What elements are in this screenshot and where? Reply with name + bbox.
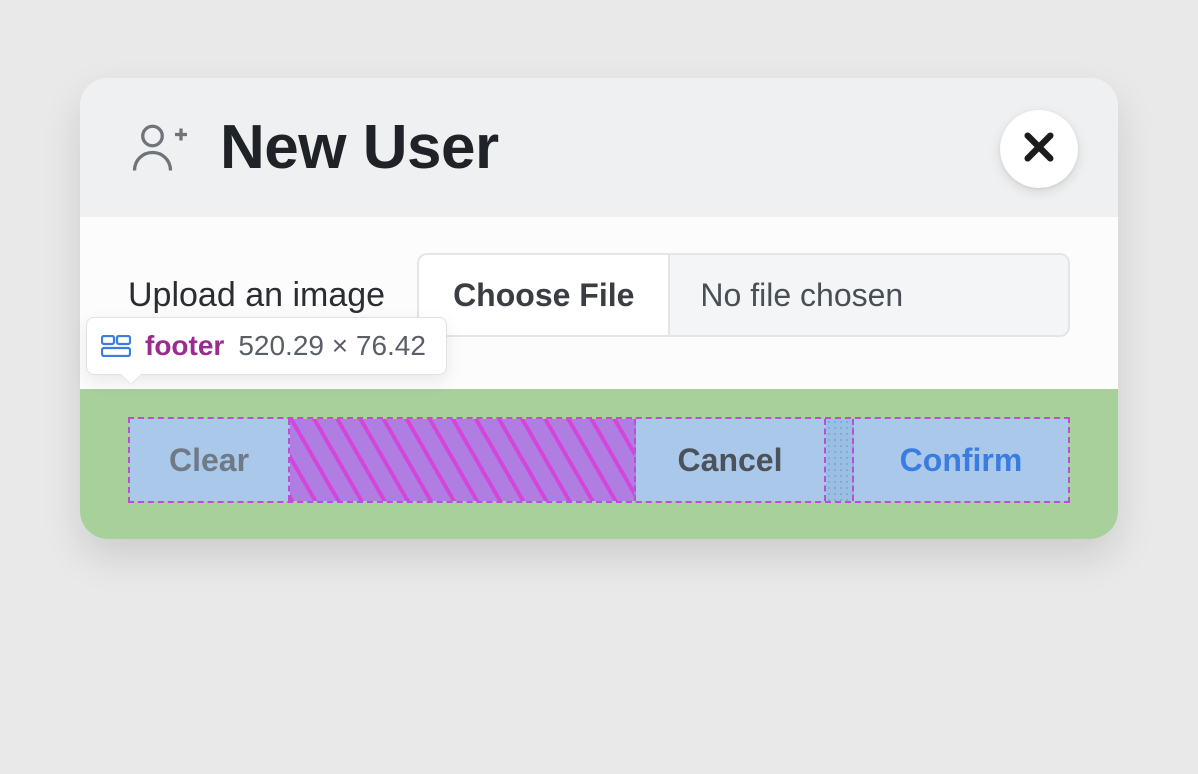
choose-file-button[interactable]: Choose File bbox=[419, 255, 670, 335]
new-user-dialog: New User Upload an image Choose File No … bbox=[80, 78, 1118, 539]
dialog-header: New User bbox=[80, 78, 1118, 217]
clear-button[interactable]: Clear bbox=[130, 419, 290, 501]
dialog-footer: footer 520.29 × 76.42 Clear Cancel Confi… bbox=[80, 389, 1118, 539]
upload-label: Upload an image bbox=[128, 276, 385, 315]
confirm-button[interactable]: Confirm bbox=[854, 419, 1068, 501]
user-plus-icon bbox=[128, 116, 192, 180]
cancel-button[interactable]: Cancel bbox=[636, 419, 826, 501]
flex-gap-region bbox=[290, 419, 636, 501]
footer-flex-overlay: Clear Cancel Confirm bbox=[128, 417, 1070, 503]
file-input[interactable]: Choose File No file chosen bbox=[417, 253, 1070, 337]
tooltip-dimensions: 520.29 × 76.42 bbox=[238, 330, 426, 362]
devtools-tooltip: footer 520.29 × 76.42 bbox=[86, 317, 447, 375]
flex-margin-region bbox=[826, 419, 854, 501]
close-icon bbox=[1022, 130, 1056, 169]
layout-icon bbox=[101, 335, 131, 357]
tooltip-tag: footer bbox=[145, 330, 224, 362]
close-button[interactable] bbox=[1000, 110, 1078, 188]
file-status-text: No file chosen bbox=[670, 255, 1068, 335]
dialog-title: New User bbox=[220, 112, 499, 183]
